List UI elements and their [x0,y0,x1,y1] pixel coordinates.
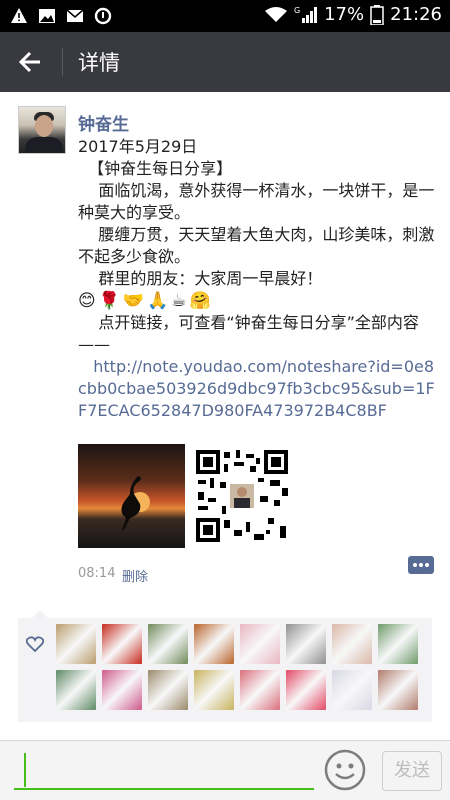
liker-avatar[interactable] [102,624,142,664]
liker-avatar[interactable] [56,624,96,664]
status-right: G 17% 21:26 [264,4,442,25]
liker-avatar[interactable] [286,624,326,664]
liker-avatar[interactable] [378,624,418,664]
status-left-icons [10,7,112,25]
liker-avatar[interactable] [378,670,418,710]
image-icon [39,9,55,23]
text-cursor [24,753,26,787]
post-text: 2017年5月29日 【钟奋生每日分享】 面临饥渴，意外获得一杯清水，一块饼干，… [78,136,436,422]
comment-input-bar: 发送 [0,740,450,800]
status-time: 21:26 [390,4,442,25]
liker-avatar[interactable] [194,624,234,664]
post-line: 【钟奋生每日分享】 [78,159,233,178]
header-divider [62,48,63,76]
heart-icon [26,636,44,652]
mail-icon [66,9,84,22]
comment-input[interactable] [14,788,314,790]
liker-avatar[interactable] [102,670,142,710]
battery-icon [370,4,384,25]
delete-link[interactable]: 删除 [122,566,148,585]
post-time: 08:14 [78,566,116,581]
likes-panel [18,610,432,722]
liker-avatar[interactable] [240,670,280,710]
send-button[interactable]: 发送 [382,751,442,791]
app-bar: 详情 [0,32,450,92]
post-line: 群里的朋友：大家周一早晨好！ [78,269,323,288]
liker-avatars [56,624,428,710]
liker-avatar[interactable] [332,624,372,664]
liker-avatar[interactable] [194,670,234,710]
link-intro: 点开链接，可查看“钟奋生每日分享”全部内容—— [78,313,419,354]
author-name[interactable]: 钟奋生 [78,110,129,135]
liker-avatar[interactable] [286,670,326,710]
liker-avatar[interactable] [332,670,372,710]
liker-avatar[interactable] [240,624,280,664]
qr-code-image[interactable] [194,448,290,544]
signal-icon: G [294,6,318,23]
comment-menu-button[interactable] [408,556,434,574]
liker-avatar[interactable] [56,670,96,710]
battery-percent: 17% [324,4,365,25]
avatar[interactable] [18,106,66,154]
status-bar: G 17% 21:26 [0,0,450,32]
wifi-icon [265,6,288,22]
sync-icon [94,7,112,25]
smiley-icon[interactable] [324,749,366,791]
page-title: 详情 [78,51,120,75]
liker-avatar[interactable] [148,624,188,664]
moment-detail: 钟奋生 2017年5月29日 【钟奋生每日分享】 面临饥渴，意外获得一杯清水，一… [0,92,450,740]
warning-icon [11,8,27,23]
arrow-left-icon[interactable] [14,46,48,78]
svg-text:G: G [294,6,300,15]
emoji-row: 😊🌹🤝🙏☕🤗 [78,291,214,311]
post-date: 2017年5月29日 [78,137,198,156]
post-line: 腰缠万贯，天天望着大鱼大肉，山珍美味，刺激不起多少食欲。 [78,225,435,266]
liker-avatar[interactable] [148,670,188,710]
post-line: 面临饥渴，意外获得一杯清水，一块饼干，是一种莫大的享受。 [78,181,435,222]
note-link[interactable]: http://note.youdao.com/noteshare?id=0e8c… [78,356,436,422]
sunset-crane-photo[interactable] [78,444,185,548]
